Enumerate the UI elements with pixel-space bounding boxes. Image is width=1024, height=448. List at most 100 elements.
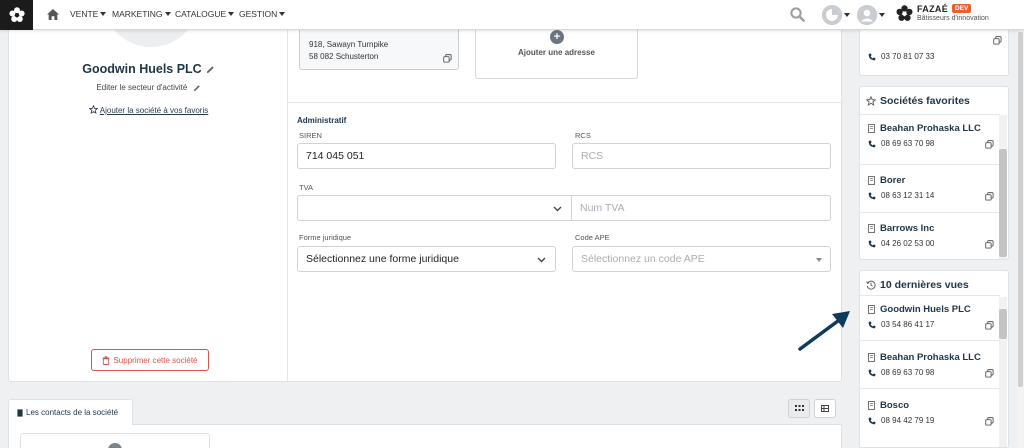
history-icon xyxy=(866,280,876,290)
app-logo[interactable] xyxy=(0,0,33,30)
caret-down-icon xyxy=(279,12,286,16)
recent-item[interactable]: Goodwin Huels PLC 03 54 86 41 17 xyxy=(860,298,1000,346)
scrollbar-thumb[interactable] xyxy=(999,309,1007,339)
arrow-icon xyxy=(798,311,850,351)
admin-section-title: Administratif xyxy=(297,116,347,125)
recent-item-name: Goodwin Huels PLC xyxy=(880,304,971,315)
scrollbar-thumb[interactable] xyxy=(999,149,1007,257)
recent-item[interactable]: Bosco 08 94 42 79 19 xyxy=(860,394,1000,442)
top-item-phone: 03 70 81 07 33 xyxy=(868,52,934,61)
favorite-item[interactable]: Borer 08 63 12 31 14 xyxy=(860,169,1000,217)
company-name: Goodwin Huels PLC xyxy=(82,62,202,76)
caret-down-icon[interactable] xyxy=(879,13,885,17)
recent-item-name: Beahan Prohaska LLC xyxy=(880,352,981,363)
flower-logo-icon xyxy=(8,7,25,22)
copy-icon[interactable] xyxy=(985,192,994,201)
rcs-input[interactable]: RCS xyxy=(572,143,831,169)
add-favorite-link[interactable]: Ajouter la société à vos favoris xyxy=(9,105,288,115)
copy-icon[interactable] xyxy=(443,54,452,63)
favorite-item-phone: 08 63 12 31 14 xyxy=(881,191,935,200)
tab-contacts[interactable]: Les contacts de la société xyxy=(8,399,133,425)
recent-item-phone: 08 94 42 79 19 xyxy=(881,416,935,425)
user-avatar-icon xyxy=(857,5,877,25)
recent-item-name: Bosco xyxy=(880,400,910,411)
chevron-down-icon xyxy=(537,257,546,263)
phone-icon xyxy=(868,240,876,247)
favorites-title-label: Sociétés favorites xyxy=(880,95,970,107)
page-scrollbar-thumb[interactable] xyxy=(1018,32,1023,387)
brand-logo: FAZAÉ DEV Bâtisseurs d'innovation xyxy=(895,3,1024,27)
list-view-icon xyxy=(821,405,829,412)
copy-icon[interactable] xyxy=(985,240,994,249)
recent-item[interactable]: Beahan Prohaska LLC 08 69 63 70 98 xyxy=(860,346,1000,394)
tva-country-select[interactable] xyxy=(297,195,572,221)
forme-juridique-label: Forme juridique xyxy=(299,233,352,242)
address-line-1: 918, Sawayn Turnpike xyxy=(309,40,389,49)
forme-juridique-select[interactable]: Sélectionnez une forme juridique xyxy=(297,246,556,272)
divider xyxy=(860,114,1000,115)
grid-view-button[interactable] xyxy=(788,399,810,418)
section-divider xyxy=(288,102,843,103)
tva-placeholder: Num TVA xyxy=(580,202,625,214)
building-icon xyxy=(868,124,875,133)
nav-menu-vente[interactable]: VENTE xyxy=(70,9,107,19)
code-ape-placeholder: Sélectionnez un code APE xyxy=(581,253,705,265)
recent-views-panel: 10 dernières vues Goodwin Huels PLC 03 5… xyxy=(859,270,1009,448)
building-icon xyxy=(868,353,875,362)
copy-icon[interactable] xyxy=(985,417,994,426)
recent-item-phone: 03 54 86 41 17 xyxy=(881,320,935,329)
nav-menu-label: CATALOGUE xyxy=(175,9,227,19)
favorite-item-name: Barrows Inc xyxy=(880,223,935,234)
building-icon xyxy=(868,305,875,314)
star-icon xyxy=(866,96,876,106)
copy-icon[interactable] xyxy=(993,36,1002,45)
plus-icon: + xyxy=(550,30,564,44)
building-icon xyxy=(868,176,875,185)
favorite-item-phone: 08 69 63 70 98 xyxy=(881,139,935,148)
code-ape-label: Code APE xyxy=(575,233,610,242)
code-ape-select[interactable]: Sélectionnez un code APE xyxy=(572,246,831,272)
trash-icon xyxy=(102,355,110,365)
caret-down-icon xyxy=(228,12,235,16)
building-icon xyxy=(868,401,875,410)
company-summary-panel: Goodwin Huels PLC Editer le secteur d'ac… xyxy=(9,0,288,381)
delete-company-button[interactable]: Supprimer cette société xyxy=(91,349,209,371)
phone-number: 03 70 81 07 33 xyxy=(881,52,935,61)
rcs-label: RCS xyxy=(575,131,591,140)
favorite-item-phone: 04 26 02 53 00 xyxy=(881,239,935,248)
siren-input[interactable]: 714 045 051 xyxy=(297,143,556,169)
nav-menu-catalogue[interactable]: CATALOGUE xyxy=(175,9,235,19)
flower-logo-icon xyxy=(896,5,913,21)
grid-view-icon xyxy=(794,405,804,412)
tva-number-input[interactable]: Num TVA xyxy=(571,195,831,221)
tab-contacts-label: Les contacts de la société xyxy=(26,408,119,417)
brand-tagline: Bâtisseurs d'innovation xyxy=(917,15,989,22)
notifications-toggle[interactable] xyxy=(822,5,842,25)
search-icon[interactable] xyxy=(790,7,805,22)
edit-sector-link[interactable]: Editer le secteur d'activité xyxy=(9,83,288,92)
divider xyxy=(860,212,1000,213)
phone-icon xyxy=(868,192,876,199)
delete-company-label: Supprimer cette société xyxy=(113,355,198,365)
copy-icon[interactable] xyxy=(985,321,994,330)
caret-down-icon xyxy=(164,12,171,16)
nav-menu-marketing[interactable]: MARKETING xyxy=(112,9,171,19)
pencil-icon[interactable] xyxy=(206,65,215,74)
copy-icon[interactable] xyxy=(985,369,994,378)
nav-menu-gestion[interactable]: GESTION xyxy=(239,9,286,19)
tva-label: TVA xyxy=(299,183,314,192)
favorite-item[interactable]: Barrows Inc 04 26 02 53 00 xyxy=(860,217,1000,265)
status-toggle-icon xyxy=(822,5,842,25)
phone-icon xyxy=(868,321,876,328)
list-view-button[interactable] xyxy=(814,399,836,418)
pencil-icon xyxy=(193,84,201,92)
home-icon[interactable] xyxy=(46,8,60,22)
favorite-item[interactable]: Beahan Prohaska LLC 08 69 63 70 98 xyxy=(860,117,1000,165)
copy-icon[interactable] xyxy=(985,140,994,149)
caret-down-icon[interactable] xyxy=(844,13,850,17)
favorites-title: Sociétés favorites xyxy=(866,95,970,107)
nav-menu-label: GESTION xyxy=(239,9,278,19)
recent-views-title: 10 dernières vues xyxy=(866,279,969,291)
recent-item-phone: 08 69 63 70 98 xyxy=(881,368,935,377)
user-menu-avatar[interactable] xyxy=(857,5,877,25)
